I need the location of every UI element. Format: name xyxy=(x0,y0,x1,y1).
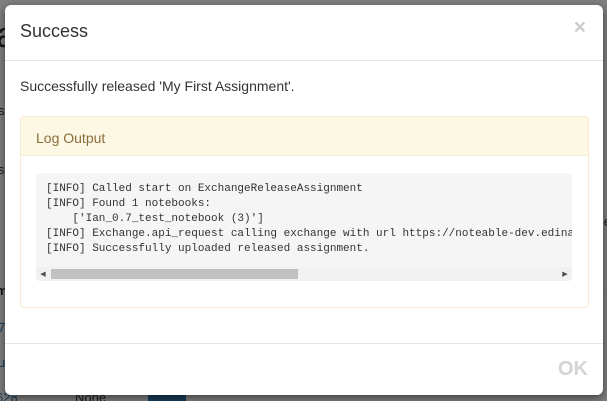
ok-button[interactable]: OK xyxy=(558,358,588,381)
log-line: ['Ian_0.7_test_notebook (3)'] xyxy=(46,213,264,225)
close-icon[interactable]: × xyxy=(574,17,586,38)
success-dialog: Success × Successfully released 'My Firs… xyxy=(5,5,603,395)
log-text: [INFO] Called start on ExchangeReleaseAs… xyxy=(46,182,572,257)
dialog-title: Success xyxy=(20,21,89,41)
log-line: [INFO] Called start on ExchangeReleaseAs… xyxy=(46,183,363,195)
dialog-header: Success × xyxy=(5,5,603,61)
dialog-footer: OK xyxy=(5,343,603,395)
success-message: Successfully released 'My First Assignme… xyxy=(20,78,295,94)
log-line: [INFO] Exchange.api_request calling exch… xyxy=(46,228,572,240)
horizontal-scrollbar[interactable]: ◀ ▶ xyxy=(36,267,572,281)
log-line: [INFO] Found 1 notebooks: xyxy=(46,198,212,210)
dialog-body: Successfully released 'My First Assignme… xyxy=(20,61,589,308)
panel-heading: Log Output xyxy=(21,117,588,156)
scroll-left-icon[interactable]: ◀ xyxy=(36,267,50,281)
log-line: [INFO] Successfully uploaded released as… xyxy=(46,243,370,255)
scroll-right-icon[interactable]: ▶ xyxy=(558,267,572,281)
log-output-panel: Log Output [INFO] Called start on Exchan… xyxy=(20,116,589,308)
scrollbar-thumb[interactable] xyxy=(51,269,298,279)
log-output-box[interactable]: [INFO] Called start on ExchangeReleaseAs… xyxy=(36,173,572,281)
